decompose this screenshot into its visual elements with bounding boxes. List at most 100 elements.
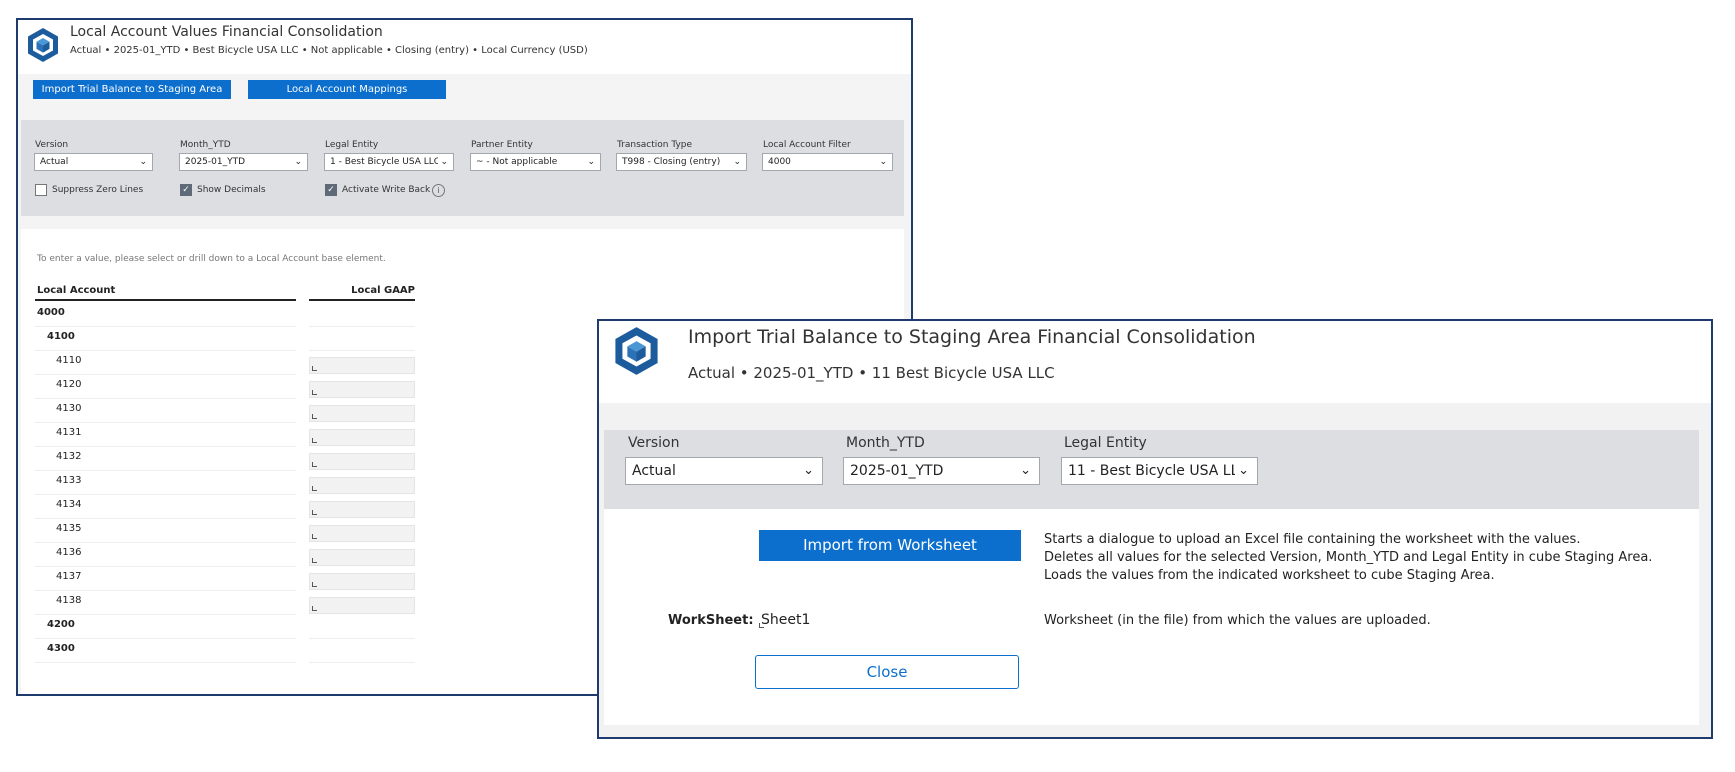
local-gaap-input-cell[interactable] [309, 573, 415, 590]
import-from-worksheet-button[interactable]: Import from Worksheet [759, 530, 1021, 561]
window-title: Local Account Values Financial Consolida… [70, 24, 383, 40]
chevron-down-icon: ⌄ [879, 157, 887, 167]
table-row[interactable]: 4131 [35, 421, 296, 447]
suppress-zero-lines-checkbox[interactable] [35, 184, 47, 196]
close-button[interactable]: Close [755, 655, 1019, 689]
local-gaap-input-cell[interactable] [309, 453, 415, 470]
table-row[interactable]: 4200 [35, 613, 296, 639]
legal-entity-select[interactable]: 1 - Best Bicycle USA LLC ⌄ [324, 153, 454, 171]
local-gaap-input-cell[interactable] [309, 501, 415, 518]
import-trial-balance-dialog: Import Trial Balance to Staging Area Fin… [597, 319, 1713, 739]
local-account-code: 4136 [56, 547, 82, 558]
legal-entity-value: 1 - Best Bicycle USA LLC [330, 157, 441, 167]
dialog-filter-panel: Version Actual ⌄ Month_YTD 2025-01_YTD ⌄… [604, 430, 1699, 509]
local-account-code: 4137 [56, 571, 82, 582]
month-ytd-select[interactable]: 2025-01_YTD ⌄ [843, 457, 1040, 485]
app-logo-icon [615, 327, 658, 375]
month-ytd-label: Month_YTD [846, 435, 925, 451]
header-divider [309, 299, 415, 301]
table-row[interactable]: 4100 [35, 325, 296, 351]
legal-entity-label: Legal Entity [325, 140, 379, 150]
chevron-down-icon: ⌄ [139, 157, 147, 167]
dialog-subtitle: Actual • 2025-01_YTD • 11 Best Bicycle U… [688, 364, 1055, 382]
worksheet-input[interactable]: Sheet1 [758, 612, 810, 628]
local-gaap-input-cell[interactable] [309, 429, 415, 446]
transaction-type-select[interactable]: T998 - Closing (entry) ⌄ [616, 153, 747, 171]
partner-entity-select[interactable]: ~ - Not applicable ⌄ [470, 153, 601, 171]
local-gaap-input-cell[interactable] [309, 357, 415, 374]
local-account-column-header: Local Account [37, 285, 116, 296]
chevron-down-icon: ⌄ [1017, 458, 1031, 484]
version-label: Version [35, 140, 69, 150]
partner-entity-value: ~ - Not applicable [476, 157, 558, 167]
local-gaap-input-cell[interactable] [309, 381, 415, 398]
checkmark-icon: ✓ [182, 185, 190, 195]
local-account-filter-label: Local Account Filter [763, 140, 851, 150]
legal-entity-select[interactable]: 11 - Best Bicycle USA LLC ⌄ [1061, 457, 1258, 485]
row-divider [309, 326, 415, 327]
local-account-code: 4130 [56, 403, 82, 414]
month-ytd-value: 2025-01_YTD [185, 157, 246, 167]
legal-entity-value: 11 - Best Bicycle USA LLC [1068, 463, 1249, 479]
table-row[interactable]: 4138 [35, 589, 296, 615]
table-row[interactable]: 4120 [35, 373, 296, 399]
local-account-code: 4120 [56, 379, 82, 390]
show-decimals-checkbox[interactable]: ✓ [180, 184, 192, 196]
dialog-body: Version Actual ⌄ Month_YTD 2025-01_YTD ⌄… [599, 403, 1711, 737]
version-value: Actual [40, 157, 69, 167]
import-description-line: Starts a dialogue to upload an Excel fil… [1044, 532, 1581, 547]
version-select[interactable]: Actual ⌄ [625, 457, 823, 485]
local-gaap-column-header: Local GAAP [351, 285, 415, 296]
local-account-code: 4300 [47, 643, 75, 654]
table-row[interactable]: 4136 [35, 541, 296, 567]
row-divider [309, 638, 415, 639]
info-icon[interactable]: i [432, 184, 445, 197]
local-gaap-input-cell[interactable] [309, 405, 415, 422]
local-account-code: 4131 [56, 427, 82, 438]
table-row[interactable]: 4134 [35, 493, 296, 519]
worksheet-label: WorkSheet: [668, 613, 754, 628]
import-trial-balance-button[interactable]: Import Trial Balance to Staging Area [33, 80, 231, 99]
chevron-down-icon: ⌄ [294, 157, 302, 167]
local-account-mappings-button[interactable]: Local Account Mappings [248, 80, 446, 99]
chevron-down-icon: ⌄ [587, 157, 595, 167]
table-row[interactable]: 4132 [35, 445, 296, 471]
checkmark-icon: ✓ [327, 185, 335, 195]
filter-panel: Version Actual ⌄ Month_YTD 2025-01_YTD ⌄… [21, 120, 904, 216]
activate-write-back-checkbox[interactable]: ✓ [325, 184, 337, 196]
import-description-line: Deletes all values for the selected Vers… [1044, 550, 1653, 565]
table-row[interactable]: 4130 [35, 397, 296, 423]
local-account-code: 4135 [56, 523, 82, 534]
month-ytd-select[interactable]: 2025-01_YTD ⌄ [179, 153, 308, 171]
chevron-down-icon: ⌄ [733, 157, 741, 167]
local-account-code: 4133 [56, 475, 82, 486]
local-gaap-input-cell[interactable] [309, 477, 415, 494]
legal-entity-label: Legal Entity [1064, 435, 1147, 451]
local-account-code: 4100 [47, 331, 75, 342]
table-row[interactable]: 4300 [35, 637, 296, 663]
local-account-code: 4110 [56, 355, 82, 366]
local-account-code: 4138 [56, 595, 82, 606]
window-subtitle: Actual • 2025-01_YTD • Best Bicycle USA … [70, 45, 588, 56]
local-gaap-input-cell[interactable] [309, 549, 415, 566]
table-row[interactable]: 4135 [35, 517, 296, 543]
table-row[interactable]: 4137 [35, 565, 296, 591]
partner-entity-label: Partner Entity [471, 140, 533, 150]
version-select[interactable]: Actual ⌄ [34, 153, 153, 171]
activate-write-back-label: Activate Write Back [342, 185, 431, 195]
local-gaap-input-cell[interactable] [309, 597, 415, 614]
local-account-code: 4200 [47, 619, 75, 630]
transaction-type-label: Transaction Type [617, 140, 693, 150]
local-account-code: 4000 [37, 307, 65, 318]
table-row[interactable]: 4000 [35, 301, 296, 327]
local-account-filter-value: 4000 [768, 157, 791, 167]
table-row[interactable]: 4133 [35, 469, 296, 495]
dialog-title: Import Trial Balance to Staging Area Fin… [688, 326, 1256, 348]
local-account-filter-select[interactable]: 4000 ⌄ [762, 153, 893, 171]
suppress-zero-lines-label: Suppress Zero Lines [52, 185, 144, 195]
local-gaap-input-cell[interactable] [309, 525, 415, 542]
row-divider [309, 662, 415, 663]
table-row[interactable]: 4110 [35, 349, 296, 375]
entry-hint: To enter a value, please select or drill… [37, 254, 386, 264]
import-panel: Import from Worksheet Starts a dialogue … [604, 509, 1699, 725]
